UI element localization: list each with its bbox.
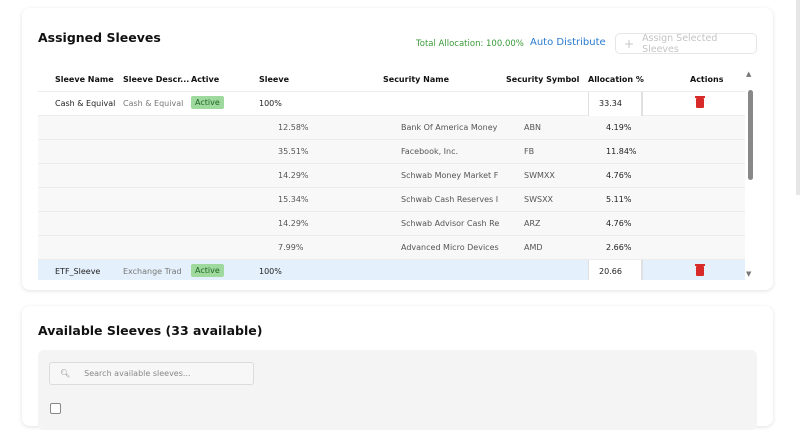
column-header[interactable]: Security Name bbox=[383, 75, 449, 84]
security-sleeve-percent: 15.34% bbox=[278, 195, 309, 204]
security-allocation: 2.66% bbox=[606, 243, 632, 252]
column-header[interactable]: Active bbox=[191, 75, 219, 84]
security-symbol: SWMXX bbox=[524, 171, 555, 180]
security-sleeve-percent: 14.29% bbox=[278, 219, 309, 228]
security-name: Advanced Micro Devices bbox=[401, 243, 499, 252]
assign-selected-sleeves-button[interactable]: + Assign Selected Sleeves bbox=[615, 32, 757, 55]
sleeve-name: Cash & Equival bbox=[55, 99, 116, 108]
scrollbar-thumb[interactable] bbox=[748, 90, 753, 180]
security-allocation: 5.11% bbox=[606, 195, 632, 204]
security-sleeve-percent: 12.58% bbox=[278, 123, 309, 132]
security-row: 7.99% Advanced Micro Devices AMD 2.66% bbox=[38, 236, 745, 260]
total-allocation: Total Allocation: 100.00% bbox=[416, 39, 524, 49]
scroll-up-icon[interactable]: ▲ bbox=[746, 70, 751, 78]
security-row: 35.51% Facebook, Inc. FB 11.84% bbox=[38, 140, 745, 164]
security-symbol: AMD bbox=[524, 243, 543, 252]
security-allocation: 4.19% bbox=[606, 123, 632, 132]
security-sleeve-percent: 14.29% bbox=[278, 171, 309, 180]
status-badge: Active bbox=[191, 96, 224, 109]
available-sleeves-card: Available Sleeves (33 available) 🔍︎ Sear… bbox=[22, 306, 773, 430]
security-sleeve-percent: 35.51% bbox=[278, 147, 309, 156]
sleeve-percent: 100% bbox=[259, 267, 282, 276]
column-header[interactable]: Security Symbol bbox=[506, 75, 579, 84]
column-header[interactable]: Sleeve Name bbox=[55, 75, 114, 84]
available-sleeves-title: Available Sleeves (33 available) bbox=[38, 323, 263, 338]
table-header: Sleeve Name Sleeve Descr... Active Sleeve Se… bbox=[38, 68, 745, 92]
column-header[interactable]: Sleeve Descr... bbox=[123, 75, 189, 84]
allocation-input[interactable]: 33.34 bbox=[588, 92, 642, 116]
trash-icon[interactable] bbox=[695, 264, 705, 276]
sleeve-description: Cash & Equival bbox=[123, 99, 184, 108]
search-available-sleeves-input[interactable]: 🔍︎ Search available sleeves... bbox=[49, 362, 254, 385]
assigned-sleeves-card: Assigned Sleeves Total Allocation: 100.0… bbox=[22, 8, 773, 290]
sleeve-row[interactable]: Cash & Equival Cash & Equival Active 100… bbox=[38, 92, 745, 116]
sleeve-description: Exchange Trad bbox=[123, 267, 182, 276]
security-symbol: ABN bbox=[524, 123, 541, 132]
security-row: 14.29% Schwab Advisor Cash Re ARZ 4.76% bbox=[38, 212, 745, 236]
security-name: Bank Of America Money bbox=[401, 123, 498, 132]
assign-label: Assign Selected Sleeves bbox=[642, 32, 718, 55]
security-symbol: ARZ bbox=[524, 219, 541, 228]
page-scrollbar[interactable] bbox=[796, 0, 800, 195]
security-symbol: FB bbox=[524, 147, 535, 156]
column-header[interactable]: Sleeve bbox=[259, 75, 289, 84]
sleeve-row[interactable]: ETF_Sleeve Exchange Trad Active 100% 20.… bbox=[38, 260, 745, 280]
column-header[interactable]: Allocation % bbox=[588, 75, 644, 84]
security-row: 15.34% Schwab Cash Reserves I SWSXX 5.11… bbox=[38, 188, 745, 212]
table-scrollbar[interactable]: ▲ ▼ bbox=[745, 68, 755, 280]
trash-icon[interactable] bbox=[695, 96, 705, 108]
security-allocation: 11.84% bbox=[606, 147, 637, 156]
sleeve-name: ETF_Sleeve bbox=[55, 267, 101, 276]
security-allocation: 4.76% bbox=[606, 171, 632, 180]
security-row: 12.58% Bank Of America Money ABN 4.19% bbox=[38, 116, 745, 140]
sleeve-percent: 100% bbox=[259, 99, 282, 108]
security-allocation: 4.76% bbox=[606, 219, 632, 228]
assigned-sleeves-title: Assigned Sleeves bbox=[38, 30, 161, 45]
status-badge: Active bbox=[191, 264, 224, 277]
security-name: Schwab Advisor Cash Re bbox=[401, 219, 500, 228]
plus-icon: + bbox=[624, 36, 635, 51]
available-sleeves-panel: 🔍︎ Search available sleeves... bbox=[38, 350, 757, 430]
assigned-sleeves-table: Sleeve Name Sleeve Descr... Active Sleeve Se… bbox=[38, 68, 745, 280]
scroll-down-icon[interactable]: ▼ bbox=[746, 270, 751, 278]
search-icon: 🔍︎ bbox=[60, 369, 71, 378]
security-name: Facebook, Inc. bbox=[401, 147, 459, 156]
allocation-input[interactable]: 20.66 bbox=[588, 260, 642, 280]
security-name: Schwab Cash Reserves I bbox=[401, 195, 499, 204]
column-header[interactable]: Actions bbox=[690, 75, 723, 84]
security-symbol: SWSXX bbox=[524, 195, 554, 204]
security-sleeve-percent: 7.99% bbox=[278, 243, 304, 252]
security-row: 14.29% Schwab Money Market F SWMXX 4.76% bbox=[38, 164, 745, 188]
security-name: Schwab Money Market F bbox=[401, 171, 499, 180]
auto-distribute-button[interactable]: Auto Distribute bbox=[530, 37, 606, 48]
search-placeholder: Search available sleeves... bbox=[84, 369, 191, 378]
